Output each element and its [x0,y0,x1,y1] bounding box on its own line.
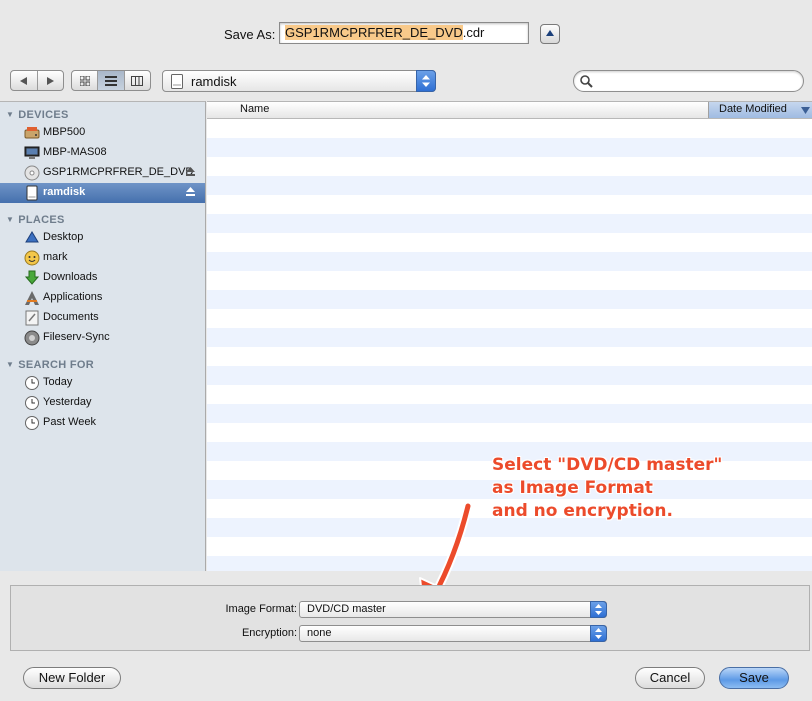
sidebar-item-label: Yesterday [43,396,92,408]
sidebar-item-desktop[interactable]: Desktop [0,228,205,248]
downloads-icon [24,270,40,285]
save-button[interactable]: Save [719,667,789,689]
devices-header[interactable]: ▼ DEVICES [6,109,69,121]
back-button[interactable] [11,71,38,90]
documents-icon [25,310,39,326]
column-view-button[interactable] [125,71,150,90]
date-modified-column-header[interactable]: Date Modified [708,102,812,118]
sidebar-item-label: Past Week [43,416,96,428]
sidebar-item-label: Desktop [43,231,84,243]
cancel-button[interactable]: Cancel [635,667,705,689]
sort-descending-icon [801,107,810,114]
sidebar-item-mbp500[interactable]: MBP500 [0,123,205,143]
desktop-icon [25,231,39,243]
drive-icon [171,74,183,89]
sidebar: ▼ DEVICES MBP500 MBP-MAS08 GSP1RMCPRFRER_… [0,101,206,571]
annotation-line: Select "DVD/CD master" [492,455,723,475]
sidebar-item-mbp-mas08[interactable]: MBP-MAS08 [0,143,205,163]
sidebar-item-mark[interactable]: mark [0,248,205,268]
sidebar-item-today[interactable]: Today [0,373,205,393]
grid-icon [79,75,90,86]
eject-icon[interactable] [185,186,196,197]
encryption-label: Encryption: [241,627,297,639]
sidebar-item-label: Fileserv-Sync [43,331,110,343]
home-icon [24,250,40,266]
popup-arrows-icon [590,601,607,618]
list-view-button[interactable] [98,71,125,90]
search-input[interactable] [573,70,804,92]
sidebar-item-past-week[interactable]: Past Week [0,413,205,433]
instruction-annotation: Select "DVD/CD master" as Image Format a… [492,454,722,523]
encryption-popup[interactable]: none [299,625,607,642]
sidebar-item-label: Today [43,376,73,388]
name-column-header[interactable]: Name [240,103,269,115]
image-format-popup[interactable]: DVD/CD master [299,601,607,618]
computer-icon [24,146,40,159]
folder-icon [24,330,40,346]
triangle-right-icon [47,76,55,85]
sidebar-item-label: Documents [43,311,99,323]
location-label: ramdisk [191,74,237,89]
sidebar-item-documents[interactable]: Documents [0,308,205,328]
clock-icon [25,376,39,390]
triangle-up-icon [546,30,554,36]
search-icon [580,75,593,88]
new-folder-button[interactable]: New Folder [23,667,121,689]
view-mode-control [71,70,151,91]
popup-arrows-icon [590,625,607,642]
forward-button[interactable] [38,71,64,90]
list-header: Name Date Modified [207,102,812,119]
annotation-line: as Image Format [492,478,653,498]
sidebar-item-yesterday[interactable]: Yesterday [0,393,205,413]
applications-icon [25,291,39,305]
sidebar-item-label: GSP1RMCPRFRER_DE_DVD [43,166,194,178]
image-format-label: Image Format: [225,603,297,615]
location-popup[interactable]: ramdisk [162,70,436,92]
sidebar-item-downloads[interactable]: Downloads [0,268,205,288]
filename-extension: .cdr [462,25,485,40]
filename-selected-text: GSP1RMCPRFRER_DE_DVD [285,25,463,40]
sidebar-item-label: mark [43,251,68,263]
icon-view-button[interactable] [72,71,99,90]
columns-icon [131,75,144,86]
dvd-icon [24,165,40,181]
image-format-value: DVD/CD master [307,603,386,615]
drive-icon [26,185,38,201]
options-panel: Image Format: Encryption: DVD/CD master … [10,585,810,651]
date-modified-label: Date Modified [719,103,787,115]
clock-icon [25,416,39,430]
triangle-left-icon [19,76,27,85]
sidebar-item-label: MBP-MAS08 [43,146,107,158]
sidebar-item-ramdisk[interactable]: ramdisk [0,183,205,203]
popup-arrows-icon [416,70,436,92]
encryption-value: none [307,627,332,639]
sidebar-item-label: Applications [43,291,103,303]
sidebar-item-label: MBP500 [43,126,86,138]
save-as-label: Save As: [224,27,276,42]
back-forward-control [10,70,64,91]
sidebar-item-label: Downloads [43,271,98,283]
sidebar-item-fileserv-sync[interactable]: Fileserv-Sync [0,328,205,348]
sidebar-item-label: ramdisk [43,186,86,198]
sidebar-item-applications[interactable]: Applications [0,288,205,308]
collapse-dialog-button[interactable] [540,24,560,44]
filename-field[interactable]: GSP1RMCPRFRER_DE_DVD.cdr [279,22,529,44]
places-header[interactable]: ▼ PLACES [6,214,65,226]
hard-drive-icon [24,127,40,139]
search-for-header[interactable]: ▼ SEARCH FOR [6,359,94,371]
list-icon [104,75,117,86]
sidebar-item-dvd[interactable]: GSP1RMCPRFRER_DE_DVD [0,163,205,183]
annotation-line: and no encryption. [492,501,673,521]
clock-icon [25,396,39,410]
eject-icon[interactable] [185,166,196,177]
